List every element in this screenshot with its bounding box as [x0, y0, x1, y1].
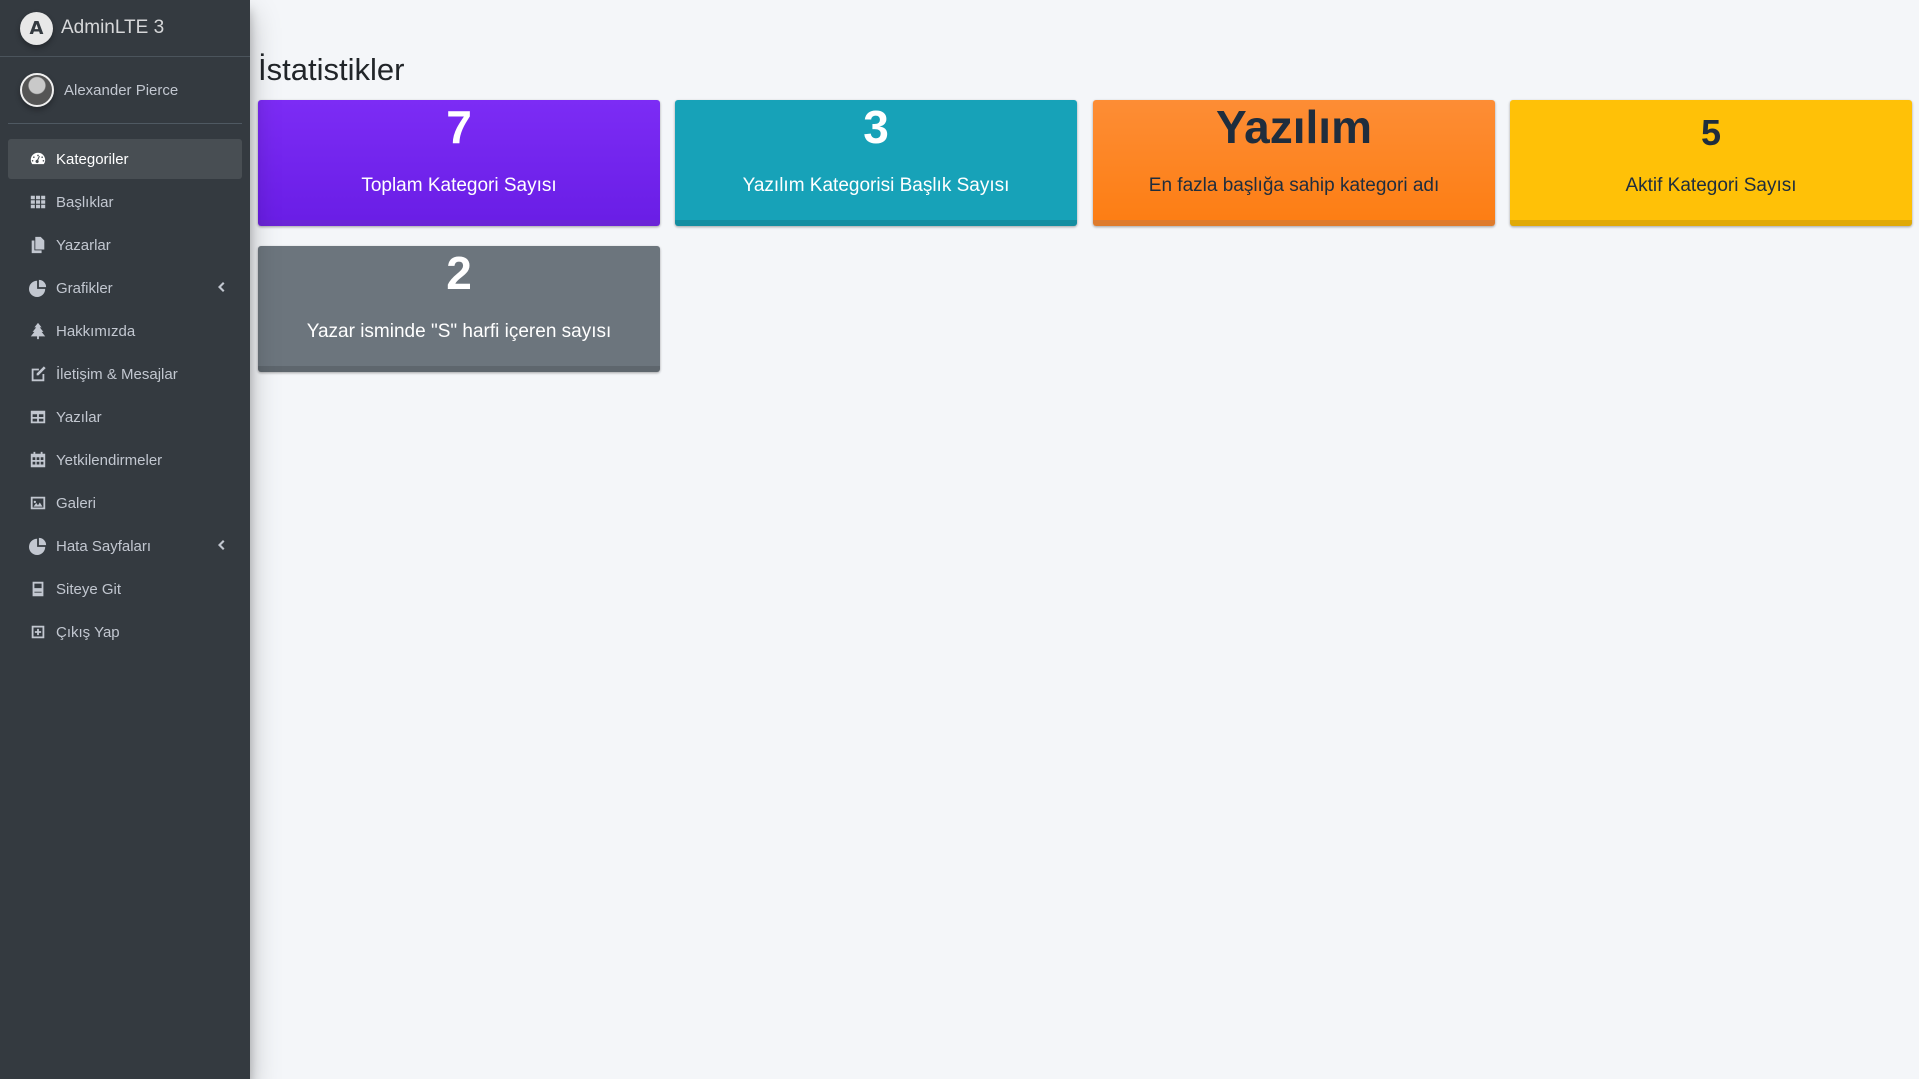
sidebar-item-label: Başlıklar	[56, 193, 114, 211]
edit-icon	[28, 364, 48, 384]
grid-icon	[28, 192, 48, 212]
user-panel[interactable]: Alexander Pierce	[8, 57, 242, 124]
sidebar-item-label: Yetkilendirmeler	[56, 451, 163, 469]
sidebar-item-label: Kategoriler	[56, 150, 129, 168]
stat-label: Yazar isminde "S" harfi içeren sayısı	[306, 321, 612, 342]
brand-logo-letter: A	[29, 17, 44, 39]
stat-value: 2	[446, 247, 472, 299]
table-icon	[28, 407, 48, 427]
stat-value: 5	[1700, 112, 1722, 153]
sidebar: A AdminLTE 3 Alexander Pierce Kategorile…	[0, 0, 250, 1079]
sidebar-item-yazilar[interactable]: Yazılar	[8, 397, 242, 437]
sidebar-item-label: Hata Sayfaları	[56, 537, 152, 555]
sidebar-item-yazarlar[interactable]: Yazarlar	[8, 225, 242, 265]
sidebar-item-kategoriler[interactable]: Kategoriler	[8, 139, 242, 179]
sidebar-item-label: İletişim & Mesajlar	[56, 365, 178, 383]
stat-label: Aktif Kategori Sayısı	[1625, 175, 1797, 196]
stat-box-top-category: Yazılım En fazla başlığa sahip kategori …	[1093, 100, 1495, 226]
user-name[interactable]: Alexander Pierce	[64, 82, 178, 99]
sidebar-item-iletisim[interactable]: İletişim & Mesajlar	[8, 354, 242, 394]
chevron-left-icon	[214, 280, 228, 294]
sidebar-item-grafikler[interactable]: Grafikler	[8, 268, 242, 308]
tree-icon	[28, 321, 48, 341]
sidebar-item-galeri[interactable]: Galeri	[8, 483, 242, 523]
sidebar-item-label: Siteye Git	[56, 580, 122, 598]
stat-label: Toplam Kategori Sayısı	[361, 175, 557, 196]
pie-chart-icon	[28, 278, 48, 298]
plus-square-icon	[28, 622, 48, 642]
tachometer-icon	[28, 149, 48, 169]
sidebar-item-siteye-git[interactable]: Siteye Git	[8, 569, 242, 609]
sidebar-item-hata-sayfalari[interactable]: Hata Sayfaları	[8, 526, 242, 566]
sidebar-item-label: Yazılar	[56, 408, 102, 426]
sidebar-item-basliklar[interactable]: Başlıklar	[8, 182, 242, 222]
stat-label: Yazılım Kategorisi Başlık Sayısı	[742, 175, 1010, 196]
brand-link[interactable]: A AdminLTE 3	[0, 0, 250, 57]
stat-label: En fazla başlığa sahip kategori adı	[1148, 175, 1440, 196]
copy-icon	[28, 235, 48, 255]
sidebar-item-cikis-yap[interactable]: Çıkış Yap	[8, 612, 242, 652]
pie-chart-icon	[28, 536, 48, 556]
chevron-left-icon	[214, 538, 228, 552]
main-content: İstatistikler 7 Toplam Kategori Sayısı 3…	[250, 0, 1919, 1079]
book-icon	[28, 579, 48, 599]
sidebar-item-label: Galeri	[56, 494, 97, 512]
stat-value: 3	[863, 101, 889, 153]
stat-box-active-categories: 5 Aktif Kategori Sayısı	[1510, 100, 1912, 226]
sidebar-item-yetkilendirmeler[interactable]: Yetkilendirmeler	[8, 440, 242, 480]
sidebar-item-label: Çıkış Yap	[56, 623, 120, 641]
stat-box-total-categories: 7 Toplam Kategori Sayısı	[258, 100, 660, 226]
stat-box-authors-with-s: 2 Yazar isminde "S" harfi içeren sayısı	[258, 246, 660, 372]
sidebar-item-label: Yazarlar	[56, 236, 111, 254]
sidebar-item-label: Hakkımızda	[56, 322, 136, 340]
brand-logo: A	[20, 11, 53, 45]
sidebar-nav: Kategoriler Başlıklar Yazarlar Grafikler	[0, 139, 250, 652]
brand-name: AdminLTE 3	[61, 17, 165, 38]
sidebar-item-hakkimizda[interactable]: Hakkımızda	[8, 311, 242, 351]
calendar-icon	[28, 450, 48, 470]
stat-value: Yazılım	[1216, 101, 1372, 153]
page-title: İstatistikler	[258, 52, 405, 87]
image-icon	[28, 493, 48, 513]
stat-value: 7	[446, 101, 472, 153]
stat-box-software-titles: 3 Yazılım Kategorisi Başlık Sayısı	[675, 100, 1077, 226]
avatar	[20, 73, 54, 107]
sidebar-item-label: Grafikler	[56, 279, 113, 297]
